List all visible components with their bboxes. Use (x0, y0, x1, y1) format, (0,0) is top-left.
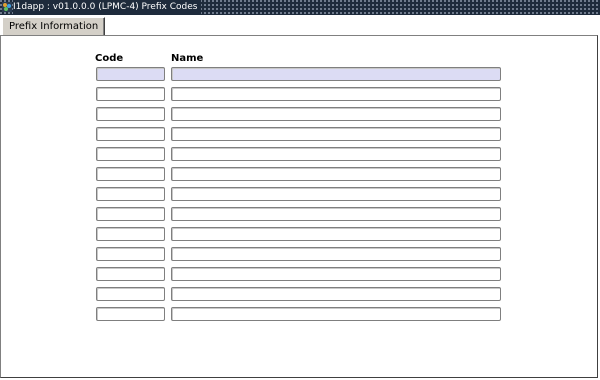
name-field[interactable] (171, 287, 501, 301)
name-field[interactable] (171, 147, 501, 161)
table-row (95, 307, 503, 322)
name-field[interactable] (171, 67, 501, 81)
name-field[interactable] (171, 87, 501, 101)
code-field[interactable] (96, 127, 165, 141)
code-field[interactable] (96, 207, 165, 221)
name-field[interactable] (171, 107, 501, 121)
title-bar[interactable]: I1dapp : v01.0.0.0 (LPMC-4) Prefix Codes (0, 0, 600, 15)
code-field[interactable] (96, 267, 165, 281)
name-field[interactable] (171, 267, 501, 281)
code-field[interactable] (96, 87, 165, 101)
name-field[interactable] (171, 127, 501, 141)
table-row (95, 147, 503, 162)
table-row (95, 107, 503, 122)
name-field[interactable] (171, 307, 501, 321)
table-row (95, 87, 503, 102)
name-field[interactable] (171, 247, 501, 261)
table-row (95, 267, 503, 282)
tab-strip: Prefix Information (0, 15, 600, 36)
table-row (95, 67, 503, 82)
prefix-information-panel: Code Name (0, 35, 598, 378)
name-field[interactable] (171, 227, 501, 241)
code-field[interactable] (96, 67, 165, 81)
table-row (95, 127, 503, 142)
table-row (95, 207, 503, 222)
code-field[interactable] (96, 187, 165, 201)
table-row (95, 167, 503, 182)
code-field[interactable] (96, 287, 165, 301)
column-header-name: Name (171, 53, 204, 64)
name-field[interactable] (171, 167, 501, 181)
app-window: I1dapp : v01.0.0.0 (LPMC-4) Prefix Codes… (0, 0, 600, 380)
table-row (95, 287, 503, 302)
name-field[interactable] (171, 187, 501, 201)
table-row (95, 187, 503, 202)
tab-prefix-information[interactable]: Prefix Information (2, 17, 106, 36)
code-field[interactable] (96, 247, 165, 261)
table-row (95, 247, 503, 262)
table-row (95, 227, 503, 242)
code-field[interactable] (96, 147, 165, 161)
window-title: I1dapp : v01.0.0.0 (LPMC-4) Prefix Codes (13, 0, 202, 15)
column-header-code: Code (95, 53, 124, 64)
code-field[interactable] (96, 227, 165, 241)
code-field[interactable] (96, 107, 165, 121)
code-field[interactable] (96, 307, 165, 321)
code-field[interactable] (96, 167, 165, 181)
name-field[interactable] (171, 207, 501, 221)
app-icon (2, 2, 12, 12)
